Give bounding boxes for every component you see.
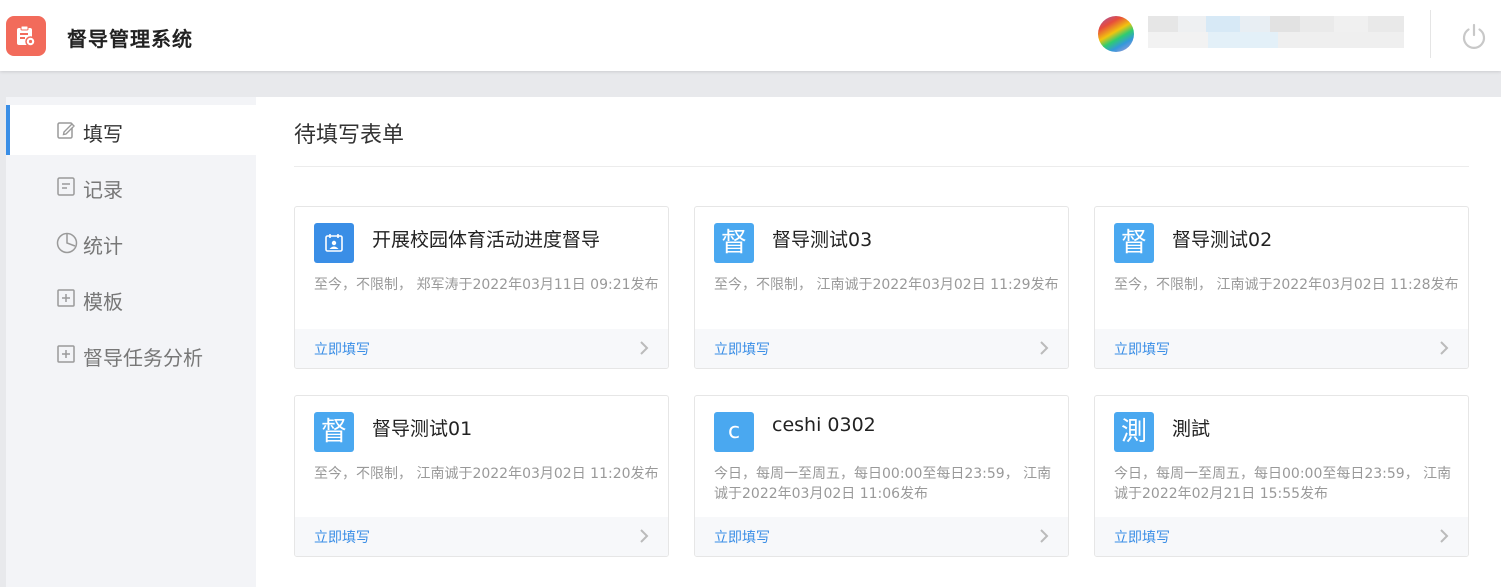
user-avatar[interactable] bbox=[1098, 16, 1134, 52]
edit-icon bbox=[56, 120, 76, 140]
sidebar-item-label: 统计 bbox=[83, 234, 123, 258]
card-avatar-icon: 督 bbox=[714, 223, 754, 263]
chevron-right-icon bbox=[1440, 341, 1449, 355]
card-description: 今日，每周一至周五，每日00:00至每日23:59， 江南诚于2022年02月2… bbox=[1114, 466, 1452, 502]
card-footer[interactable]: 立即填写 bbox=[695, 329, 1068, 368]
sidebar: 填写 记录 统计 模板 督导任务分析 bbox=[6, 97, 256, 587]
card-title: 督导测试03 bbox=[772, 229, 873, 251]
power-icon[interactable] bbox=[1460, 22, 1488, 50]
chevron-right-icon bbox=[640, 529, 649, 543]
pie-chart-icon bbox=[56, 232, 78, 254]
chevron-right-icon bbox=[1040, 529, 1049, 543]
card-footer[interactable]: 立即填写 bbox=[295, 517, 668, 556]
card-avatar-icon: 測 bbox=[1114, 412, 1154, 452]
card-avatar-icon: 督 bbox=[314, 412, 354, 452]
fill-now-link[interactable]: 立即填写 bbox=[714, 339, 770, 359]
card-description: 今日，每周一至周五，每日00:00至每日23:59， 江南诚于2022年03月0… bbox=[714, 466, 1052, 502]
card-description: 至今，不限制， 江南诚于2022年03月02日 11:29发布 bbox=[714, 277, 1059, 293]
sidebar-item-label: 模板 bbox=[83, 290, 123, 314]
fill-now-link[interactable]: 立即填写 bbox=[314, 339, 370, 359]
card-footer[interactable]: 立即填写 bbox=[1095, 517, 1468, 556]
sidebar-item-task-analysis[interactable]: 督导任务分析 bbox=[6, 329, 256, 379]
receipt-icon bbox=[56, 176, 76, 196]
card-description: 至今，不限制， 江南诚于2022年03月02日 11:28发布 bbox=[1114, 277, 1459, 293]
card-footer[interactable]: 立即填写 bbox=[295, 329, 668, 368]
form-card[interactable]: 督 督导测试01 至今，不限制， 江南诚于2022年03月02日 11:20发布… bbox=[294, 395, 669, 557]
form-card[interactable]: c ceshi 0302 今日，每周一至周五，每日00:00至每日23:59， … bbox=[694, 395, 1069, 557]
form-card[interactable]: 督 督导测试03 至今，不限制， 江南诚于2022年03月02日 11:29发布… bbox=[694, 206, 1069, 369]
sidebar-item-fill[interactable]: 填写 bbox=[6, 105, 256, 155]
header-divider bbox=[1430, 10, 1431, 58]
card-avatar-icon: c bbox=[714, 412, 754, 452]
card-title: 督导测试01 bbox=[372, 418, 473, 440]
card-title: ceshi 0302 bbox=[772, 414, 876, 436]
card-footer[interactable]: 立即填写 bbox=[1095, 329, 1468, 368]
card-title: 开展校园体育活动进度督导 bbox=[372, 229, 601, 251]
clipboard-icon[interactable] bbox=[6, 16, 46, 56]
chevron-right-icon bbox=[1440, 529, 1449, 543]
plus-square-icon bbox=[56, 288, 76, 308]
sidebar-item-label: 填写 bbox=[83, 122, 123, 146]
sidebar-item-label: 记录 bbox=[83, 178, 123, 202]
card-title: 測試 bbox=[1172, 418, 1211, 440]
form-card[interactable]: 开展校园体育活动进度督导 至今，不限制， 郑军涛于2022年03月11日 09:… bbox=[294, 206, 669, 369]
top-header: 督导管理系统 bbox=[0, 0, 1501, 71]
card-footer[interactable]: 立即填写 bbox=[695, 517, 1068, 556]
sidebar-item-label: 督导任务分析 bbox=[83, 346, 203, 370]
title-divider bbox=[294, 166, 1469, 167]
fill-now-link[interactable]: 立即填写 bbox=[714, 527, 770, 547]
fill-now-link[interactable]: 立即填写 bbox=[1114, 339, 1170, 359]
card-avatar-icon: 督 bbox=[1114, 223, 1154, 263]
sidebar-item-statistics[interactable]: 统计 bbox=[6, 217, 256, 267]
fill-now-link[interactable]: 立即填写 bbox=[1114, 527, 1170, 547]
card-description: 至今，不限制， 江南诚于2022年03月02日 11:20发布 bbox=[314, 466, 659, 482]
chevron-right-icon bbox=[1040, 341, 1049, 355]
form-card[interactable]: 督 督导测试02 至今，不限制， 江南诚于2022年03月02日 11:28发布… bbox=[1094, 206, 1469, 369]
form-card[interactable]: 測 測試 今日，每周一至周五，每日00:00至每日23:59， 江南诚于2022… bbox=[1094, 395, 1469, 557]
card-title: 督导测试02 bbox=[1172, 229, 1273, 251]
app-title: 督导管理系统 bbox=[67, 27, 193, 51]
sidebar-item-templates[interactable]: 模板 bbox=[6, 273, 256, 323]
plus-square-icon bbox=[56, 344, 76, 364]
fill-now-link[interactable]: 立即填写 bbox=[314, 527, 370, 547]
sidebar-item-records[interactable]: 记录 bbox=[6, 161, 256, 211]
page-title: 待填写表单 bbox=[294, 123, 405, 148]
calendar-user-icon bbox=[314, 223, 354, 263]
chevron-right-icon bbox=[640, 341, 649, 355]
main-content: 待填写表单 开展校园体育活动进度督导 至今，不限制， 郑军涛于2022年03月1… bbox=[256, 97, 1501, 587]
user-name-blurred bbox=[1148, 16, 1404, 48]
card-description: 至今，不限制， 郑军涛于2022年03月11日 09:21发布 bbox=[314, 277, 659, 293]
